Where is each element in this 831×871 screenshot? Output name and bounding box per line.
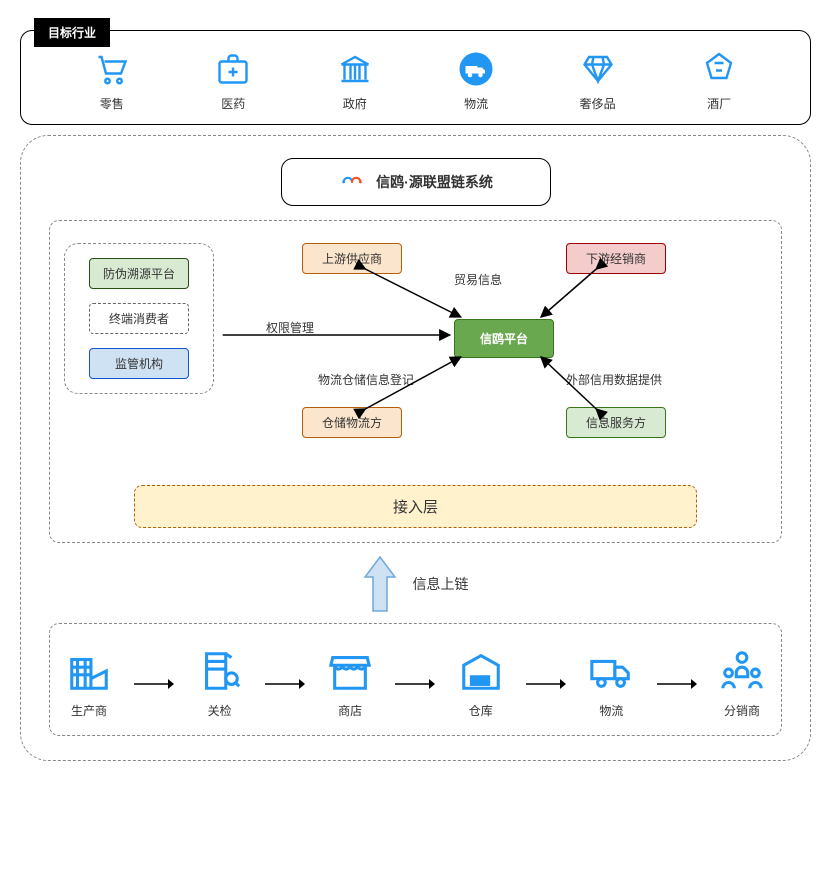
main-system: 信鸥·源联盟链系统 防伪溯源平台 终端消费者 监管机构 上游供应商 下游经销商 … [20, 135, 811, 761]
customs-icon [197, 648, 243, 694]
people-icon [719, 648, 765, 694]
truck-circle-icon [458, 51, 494, 87]
industry-box: 零售 医药 政府 物流 奢侈品 酒厂 [20, 30, 811, 125]
industry-retail: 零售 [94, 51, 130, 112]
arrow-up-icon [363, 555, 397, 613]
tag-label: 目标行业 [34, 18, 110, 47]
medkit-icon [215, 51, 251, 87]
arrow-icon [395, 677, 435, 691]
diagram-root: 目标行业 零售 医药 政府 物流 奢侈品 [20, 30, 811, 761]
node-storage: 仓储物流方 [302, 407, 402, 438]
left-panel: 防伪溯源平台 终端消费者 监管机构 [64, 243, 214, 394]
logo-icon [338, 171, 366, 193]
chip-consumer: 终端消费者 [89, 303, 189, 334]
access-layer: 接入层 [134, 485, 696, 528]
edge-label-external: 外部信用数据提供 [564, 371, 664, 388]
diagram-area: 防伪溯源平台 终端消费者 监管机构 上游供应商 下游经销商 信鸥平台 仓储物流方… [64, 239, 767, 469]
edge-label-trade: 贸易信息 [452, 271, 504, 288]
cart-icon [94, 51, 130, 87]
chain-customs: 关检 [197, 648, 243, 719]
chip-anti-fake: 防伪溯源平台 [89, 258, 189, 289]
arrow-icon [265, 677, 305, 691]
industry-logistics: 物流 [458, 51, 494, 112]
government-icon [337, 51, 373, 87]
edge-label-logistics: 物流仓储信息登记 [316, 371, 416, 388]
chain-warehouse: 仓库 [458, 648, 504, 719]
arrow-icon [526, 677, 566, 691]
industry-pharma: 医药 [215, 51, 251, 112]
truck-icon [588, 648, 634, 694]
node-downstream: 下游经销商 [566, 243, 666, 274]
target-industries: 目标行业 零售 医药 政府 物流 奢侈品 [20, 30, 811, 125]
chain-distributor: 分销商 [719, 648, 765, 719]
node-center: 信鸥平台 [454, 319, 554, 358]
industry-luxury: 奢侈品 [580, 51, 616, 112]
node-service: 信息服务方 [566, 407, 666, 438]
industry-winery: 酒厂 [701, 51, 737, 112]
chip-regulator: 监管机构 [89, 348, 189, 379]
wine-icon [701, 51, 737, 87]
node-upstream: 上游供应商 [302, 243, 402, 274]
arrow-icon [134, 677, 174, 691]
supply-chain: 生产商 关检 商店 仓库 物流 [49, 623, 782, 736]
factory-icon [66, 648, 112, 694]
chain-producer: 生产商 [66, 648, 112, 719]
diamond-icon [580, 51, 616, 87]
chain-store: 商店 [327, 648, 373, 719]
system-title-card: 信鸥·源联盟链系统 [281, 158, 551, 206]
industry-government: 政府 [337, 51, 373, 112]
chain-logistics: 物流 [588, 648, 634, 719]
store-icon [327, 648, 373, 694]
arrow-icon [657, 677, 697, 691]
upload-arrow: 信息上链 [49, 555, 782, 613]
warehouse-icon [458, 648, 504, 694]
core-diagram-box: 防伪溯源平台 终端消费者 监管机构 上游供应商 下游经销商 信鸥平台 仓储物流方… [49, 220, 782, 543]
edge-label-permission: 权限管理 [264, 319, 316, 336]
